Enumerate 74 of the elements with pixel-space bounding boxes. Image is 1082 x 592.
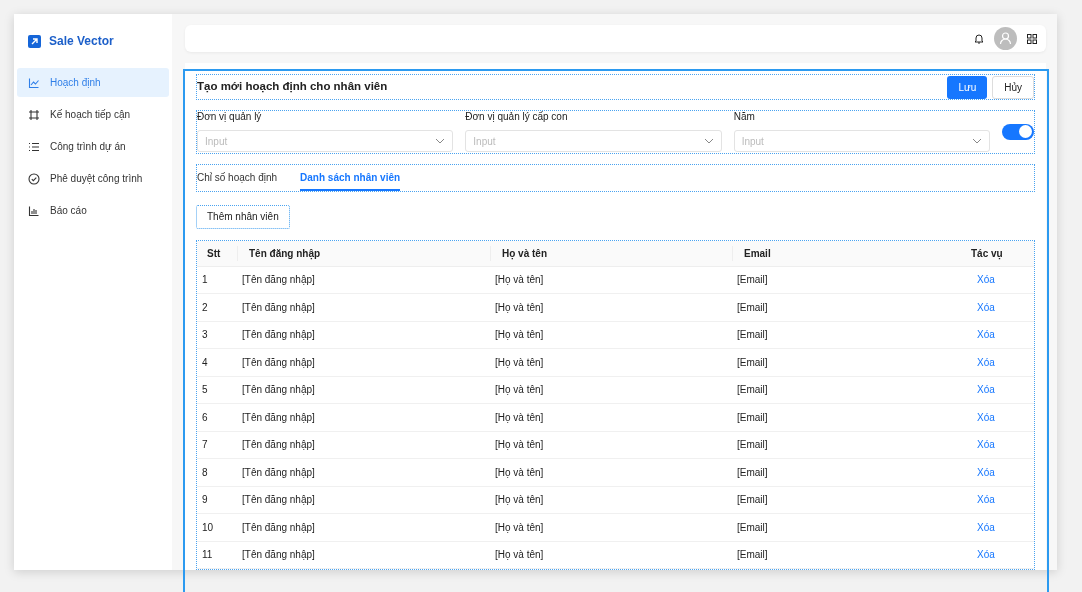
table-cell-text: [Email] [736, 410, 769, 425]
sidebar-item[interactable]: Báo cáo [17, 196, 169, 225]
cancel-button[interactable]: Hủy [992, 75, 1034, 99]
field-label: Năm [733, 110, 756, 124]
table-cell-text: 3 [201, 328, 209, 343]
column-header: Họ và tên [490, 245, 732, 261]
brand-name: Sale Vector [49, 33, 114, 50]
table-cell-text: [Họ và tên] [494, 300, 545, 315]
table-cell-text: [Tên đăng nhập] [241, 465, 316, 480]
table-cell-text: [Tên đăng nhập] [241, 410, 316, 425]
table-cell-text: 11 [201, 548, 214, 563]
table-cell-text: [Tên đăng nhập] [241, 520, 316, 535]
table-cell-text: 7 [201, 438, 209, 453]
column-header: Stt [206, 246, 222, 261]
table-cell-text: [Tên đăng nhập] [241, 548, 316, 563]
delete-link[interactable]: Xóa [977, 301, 995, 313]
table-cell-text: [Họ và tên] [494, 465, 545, 480]
table-cell-text: [Email] [736, 493, 769, 508]
sidebar-item[interactable]: Phê duyệt công trình [17, 164, 169, 193]
table-cell-text: [Email] [736, 273, 769, 288]
table-cell-text: [Họ và tên] [494, 383, 545, 398]
table-cell-text: 1 [201, 273, 209, 288]
table-cell-text: [Họ và tên] [494, 548, 545, 563]
table-cell-text: [Email] [736, 438, 769, 453]
table-cell-text: [Họ và tên] [494, 438, 545, 453]
save-button[interactable]: Lưu [947, 75, 988, 99]
delete-link[interactable]: Xóa [977, 439, 995, 451]
delete-link[interactable]: Xóa [977, 384, 995, 396]
table-cell-text: 8 [201, 465, 209, 480]
table-cell-text: [Tên đăng nhập] [241, 355, 316, 370]
delete-link[interactable]: Xóa [977, 549, 995, 561]
tab[interactable]: Danh sách nhân viên [300, 165, 401, 191]
table-cell-text: [Họ và tên] [494, 520, 545, 535]
table-cell-text: [Họ và tên] [494, 410, 545, 425]
field-label: Đơn vị quản lý [197, 110, 263, 124]
table-cell-text: [Tên đăng nhập] [241, 328, 316, 343]
column-header: Tác vụ [970, 246, 1004, 261]
delete-link[interactable]: Xóa [977, 356, 995, 368]
table-cell-text: 5 [201, 383, 209, 398]
table-cell-text: [Tên đăng nhập] [241, 300, 316, 315]
table-cell-text: [Email] [736, 520, 769, 535]
table-cell-text: [Họ và tên] [494, 328, 545, 343]
table-cell-text: [Email] [736, 383, 769, 398]
table-cell-text: [Email] [736, 300, 769, 315]
table-cell-text: [Email] [736, 328, 769, 343]
delete-link[interactable]: Xóa [977, 411, 995, 423]
sidebar-item[interactable]: Công trình dự án [17, 132, 169, 161]
sidebar-item[interactable]: Kế hoạch tiếp cận [17, 100, 169, 129]
table-cell-text: [Tên đăng nhập] [241, 493, 316, 508]
delete-link[interactable]: Xóa [977, 274, 995, 286]
table-cell-text: 4 [201, 355, 209, 370]
table-cell-text: [Họ và tên] [494, 273, 545, 288]
form-title: Tạo mới hoạch định cho nhân viên [197, 79, 388, 95]
column-header: Tên đăng nhập [237, 245, 490, 261]
table-cell-text: [Email] [736, 355, 769, 370]
table-cell-text: 9 [201, 493, 209, 508]
table-cell-text: [Họ và tên] [494, 355, 545, 370]
delete-link[interactable]: Xóa [977, 329, 995, 341]
table-cell-text: [Họ và tên] [494, 493, 545, 508]
delete-link[interactable]: Xóa [977, 521, 995, 533]
table-cell-text: [Email] [736, 465, 769, 480]
table-cell-text: [Email] [736, 548, 769, 563]
table-cell-text: [Tên đăng nhập] [241, 438, 316, 453]
table-cell-text: 6 [201, 410, 209, 425]
column-header: Email [732, 245, 960, 261]
table-cell-text: 10 [201, 520, 215, 535]
field-label: Đơn vị quản lý cấp con [465, 110, 569, 124]
sidebar-item[interactable]: Hoạch định [17, 68, 169, 97]
delete-link[interactable]: Xóa [977, 466, 995, 478]
table-cell-text: 2 [201, 300, 209, 315]
delete-link[interactable]: Xóa [977, 494, 995, 506]
table-cell-text: [Tên đăng nhập] [241, 383, 316, 398]
table-cell-text: [Tên đăng nhập] [241, 273, 316, 288]
tab[interactable]: Chỉ số hoạch định [197, 165, 278, 191]
